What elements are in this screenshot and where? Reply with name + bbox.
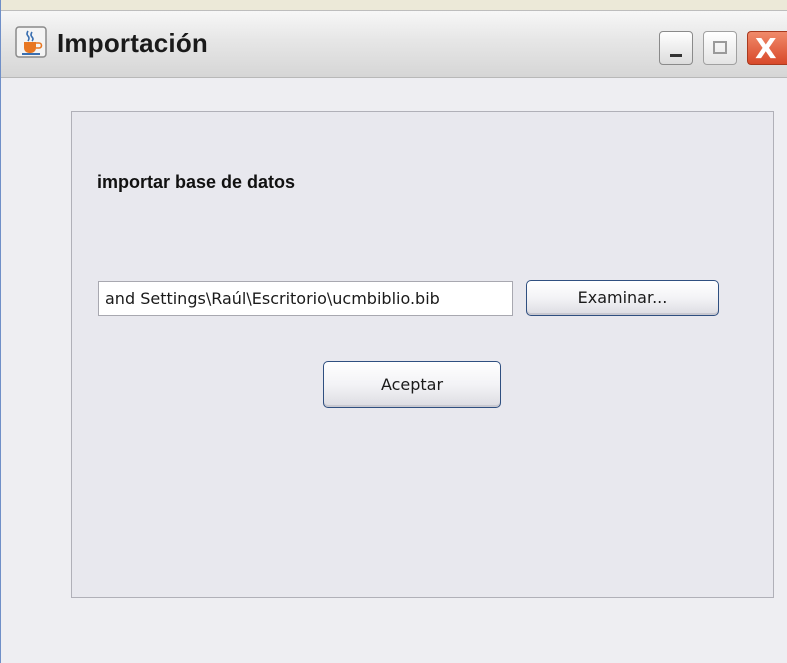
close-button[interactable]: X <box>747 31 787 65</box>
maximize-button[interactable] <box>703 31 737 65</box>
import-heading: importar base de datos <box>97 172 296 192</box>
file-path-input[interactable]: and Settings\Raúl\Escritorio\ucmbiblio.b… <box>98 281 513 316</box>
close-icon: X <box>755 32 777 65</box>
dialog-content: importar base de datos and Settings\Raúl… <box>1 78 787 663</box>
minimize-button[interactable] <box>659 31 693 65</box>
window-title: Importación <box>57 28 208 58</box>
browse-button[interactable]: Examinar... <box>526 280 719 316</box>
accept-button[interactable]: Aceptar <box>323 361 501 408</box>
import-dialog-window: Importación X importar base de datos and… <box>0 0 787 663</box>
title-bar[interactable]: Importación X <box>1 10 787 78</box>
java-coffee-cup-icon <box>15 26 47 58</box>
